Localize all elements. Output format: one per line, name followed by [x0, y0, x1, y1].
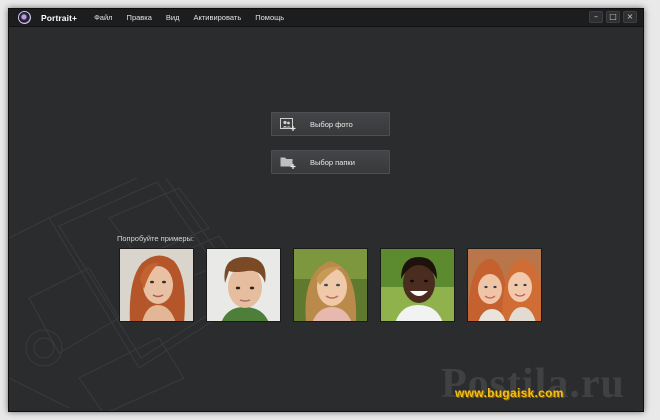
select-photo-button[interactable]: Выбор фото — [271, 112, 390, 136]
portrait-thumbnail — [294, 249, 367, 321]
main-content: Выбор фото Выбор папки Попробуйте пример… — [9, 28, 643, 411]
add-folder-icon — [280, 157, 296, 169]
add-photo-icon — [280, 118, 296, 131]
app-window: Portrait+ Файл Правка Вид Активировать П… — [8, 8, 644, 412]
window-controls: – □ × — [586, 11, 637, 23]
menu-edit[interactable]: Правка — [127, 13, 152, 22]
example-thumbnail-1[interactable] — [119, 248, 194, 322]
select-folder-label: Выбор папки — [310, 157, 355, 167]
app-title: Portrait+ — [41, 12, 78, 23]
portrait-thumbnail — [207, 249, 280, 321]
watermark: Postila.ru www.bugaisk.com — [441, 360, 641, 411]
portrait-thumbnail — [381, 249, 454, 321]
menu-help[interactable]: Помощь — [255, 13, 284, 22]
portrait-thumbnail — [468, 249, 541, 321]
select-photo-label: Выбор фото — [310, 119, 353, 129]
menu-activate[interactable]: Активировать — [193, 13, 241, 22]
minimize-button[interactable]: – — [589, 11, 603, 23]
example-thumbnail-5[interactable] — [467, 248, 542, 322]
menu-view[interactable]: Вид — [166, 13, 180, 22]
title-bar: Portrait+ Файл Правка Вид Активировать П… — [9, 9, 643, 27]
menu-file[interactable]: Файл — [94, 13, 112, 22]
example-thumbnail-2[interactable] — [206, 248, 281, 322]
example-thumbnail-3[interactable] — [293, 248, 368, 322]
examples-label: Попробуйте примеры: — [117, 234, 195, 243]
maximize-button[interactable]: □ — [606, 11, 620, 23]
watermark-url: www.bugaisk.com — [455, 386, 564, 400]
example-thumbnail-4[interactable] — [380, 248, 455, 322]
close-button[interactable]: × — [623, 11, 637, 23]
select-folder-button[interactable]: Выбор папки — [271, 150, 390, 174]
watermark-text: Postila.ru — [441, 361, 625, 407]
portrait-thumbnail — [120, 249, 193, 321]
menu-bar: Файл Правка Вид Активировать Помощь — [94, 13, 298, 22]
app-logo-icon — [18, 11, 31, 24]
